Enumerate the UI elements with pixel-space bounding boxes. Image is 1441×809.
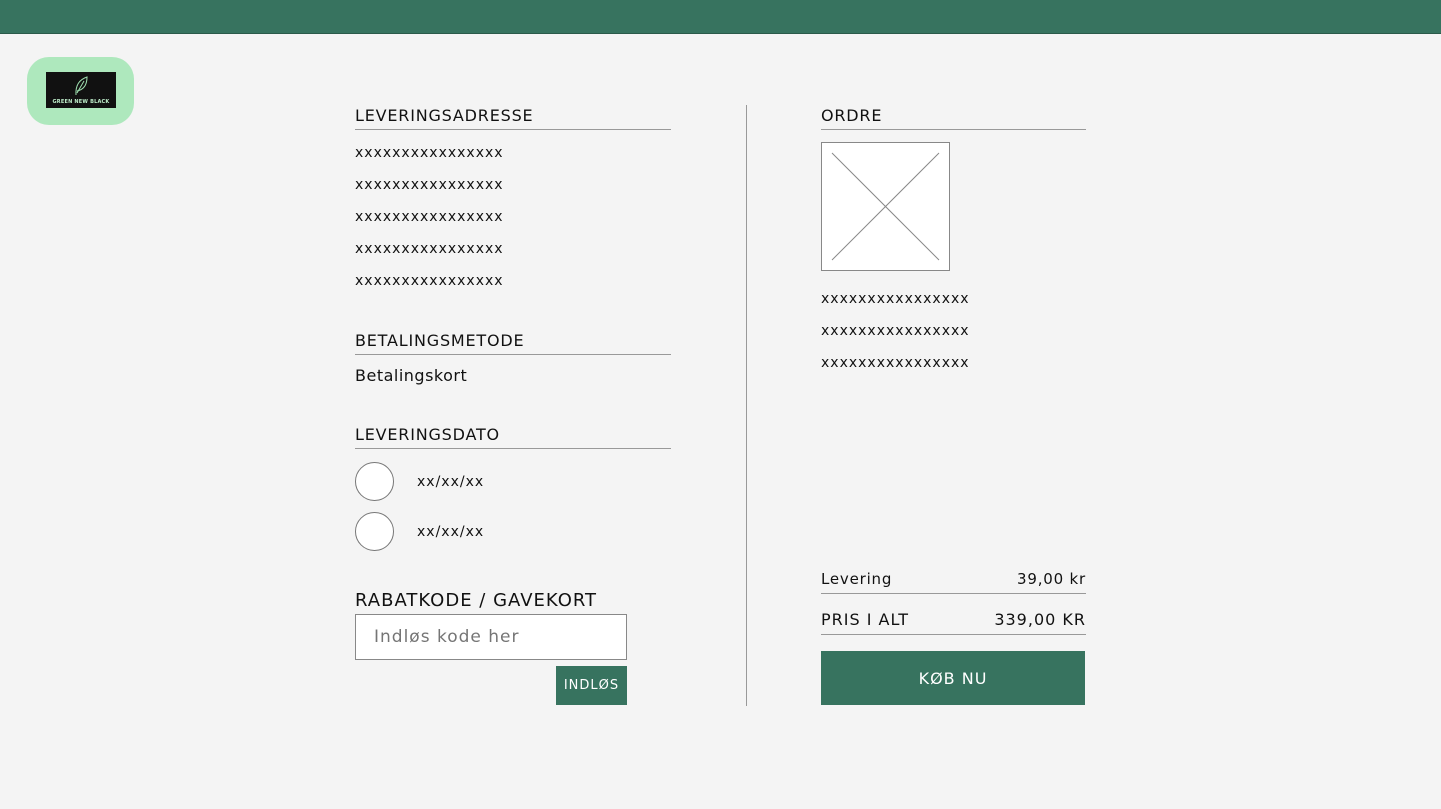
- delivery-date-label: xx/xx/xx: [417, 524, 485, 540]
- shipping-label: Levering: [821, 570, 893, 588]
- payment-heading: BETALINGSMETODE: [355, 331, 671, 355]
- order-line: xxxxxxxxxxxxxxxx: [821, 323, 970, 339]
- delivery-date-radio-2[interactable]: [355, 512, 394, 551]
- delivery-date-radio-1[interactable]: [355, 462, 394, 501]
- total-label: PRIS I ALT: [821, 610, 909, 629]
- total-row: PRIS I ALT 339,00 KR: [821, 610, 1086, 635]
- product-image-placeholder: [821, 142, 950, 271]
- logo: GREEN NEW BLACK: [46, 72, 116, 108]
- address-line: xxxxxxxxxxxxxxxx: [355, 241, 504, 257]
- divider: [746, 105, 747, 706]
- delivery-date-label: xx/xx/xx: [417, 474, 485, 490]
- order-line: xxxxxxxxxxxxxxxx: [821, 291, 970, 307]
- top-bar: [0, 0, 1441, 34]
- order-heading: ORDRE: [821, 106, 1086, 130]
- delivery-address-heading: LEVERINGSADRESSE: [355, 106, 671, 130]
- buy-now-button[interactable]: KØB NU: [821, 651, 1085, 705]
- discount-heading: RABATKODE / GAVEKORT: [355, 590, 598, 611]
- address-line: xxxxxxxxxxxxxxxx: [355, 177, 504, 193]
- order-line: xxxxxxxxxxxxxxxx: [821, 355, 970, 371]
- redeem-button[interactable]: INDLØS: [556, 666, 627, 705]
- discount-code-input[interactable]: [355, 614, 627, 660]
- shipping-row: Levering 39,00 kr: [821, 570, 1086, 594]
- address-line: xxxxxxxxxxxxxxxx: [355, 273, 504, 289]
- leaf-icon: [75, 76, 88, 96]
- logo-button[interactable]: GREEN NEW BLACK: [27, 57, 134, 125]
- logo-text: GREEN NEW BLACK: [52, 99, 110, 105]
- total-value: 339,00 KR: [994, 610, 1086, 629]
- address-line: xxxxxxxxxxxxxxxx: [355, 209, 504, 225]
- payment-method: Betalingskort: [355, 366, 468, 385]
- image-placeholder-icon: [831, 152, 940, 261]
- address-line: xxxxxxxxxxxxxxxx: [355, 145, 504, 161]
- delivery-date-heading: LEVERINGSDATO: [355, 425, 671, 449]
- shipping-value: 39,00 kr: [1017, 570, 1086, 588]
